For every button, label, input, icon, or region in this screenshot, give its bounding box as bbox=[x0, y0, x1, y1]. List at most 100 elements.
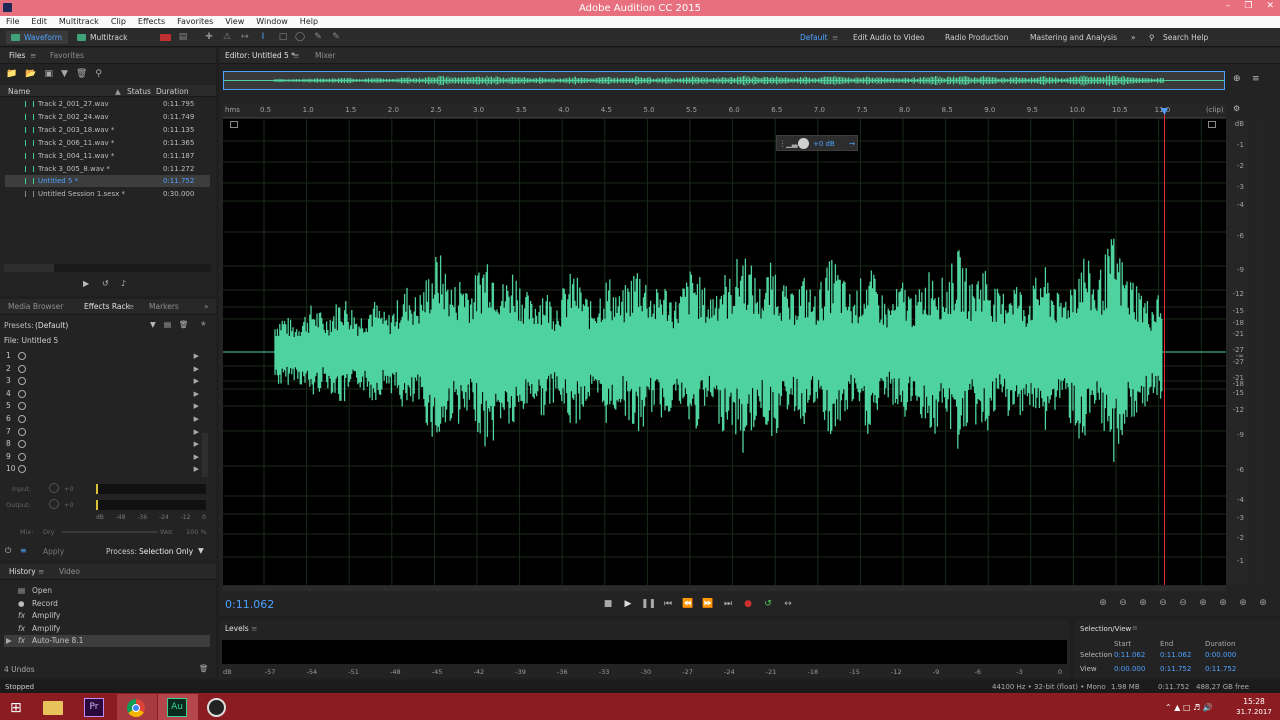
fast-forward-icon[interactable]: ⏩ bbox=[701, 598, 715, 610]
file-row[interactable]: Track 2_003_18.wav * 0:11.135 bbox=[5, 124, 210, 136]
column-status[interactable]: Status bbox=[127, 87, 151, 96]
menu-help[interactable]: Help bbox=[294, 16, 324, 28]
play-icon[interactable]: ▶ bbox=[621, 598, 635, 610]
stop-icon[interactable]: ■ bbox=[601, 598, 615, 610]
process-dropdown[interactable]: Selection Only bbox=[139, 547, 193, 556]
windows-start-icon[interactable]: ⊞ bbox=[0, 694, 40, 720]
power-icon[interactable] bbox=[18, 452, 26, 461]
menu-window[interactable]: Window bbox=[250, 16, 294, 28]
output-knob[interactable] bbox=[49, 499, 59, 509]
tab-markers[interactable]: Markers bbox=[149, 302, 179, 311]
files-horizontal-scrollbar[interactable] bbox=[4, 264, 211, 272]
file-row[interactable]: Track 3_005_8.wav * 0:11.272 bbox=[5, 163, 210, 175]
power-icon[interactable] bbox=[18, 440, 26, 449]
power-icon[interactable] bbox=[18, 465, 26, 474]
delete-file-icon[interactable]: 🗑 bbox=[76, 69, 87, 79]
slot-arrow-icon[interactable]: ▶ bbox=[194, 413, 199, 425]
premiere-pro-icon[interactable]: Pr bbox=[76, 694, 116, 720]
waveform-display[interactable] bbox=[223, 119, 1226, 585]
file-row[interactable]: Track 3_004_11.wav * 0:11.187 bbox=[5, 150, 210, 162]
import-file-icon[interactable]: 📂 bbox=[25, 69, 36, 79]
filter-search-icon[interactable]: ⚲ bbox=[95, 69, 102, 79]
workspace-edit-audio-to-video[interactable]: Edit Audio to Video bbox=[853, 33, 925, 42]
editor-panel-menu-icon[interactable]: ≡ bbox=[293, 51, 299, 60]
history-item[interactable]: ▤ Open bbox=[18, 585, 52, 597]
effect-slot[interactable]: 7 ▶ bbox=[6, 426, 201, 438]
history-item[interactable]: fx Amplify bbox=[18, 610, 60, 622]
menu-view[interactable]: View bbox=[219, 16, 250, 28]
overview-waveform[interactable] bbox=[223, 71, 1225, 90]
file-row[interactable]: Untitled Session 1.sesx * 0:30.000 bbox=[5, 188, 210, 200]
audition-icon[interactable]: Au bbox=[158, 694, 198, 720]
slot-arrow-icon[interactable]: ▶ bbox=[194, 375, 199, 387]
slot-arrow-icon[interactable]: ▶ bbox=[194, 388, 199, 400]
effect-slot[interactable]: 2 ▶ bbox=[6, 363, 201, 375]
move-to-next-icon[interactable]: ⏭ bbox=[721, 598, 735, 610]
power-icon[interactable] bbox=[18, 427, 26, 436]
menu-clip[interactable]: Clip bbox=[105, 16, 132, 28]
close-icon[interactable]: ✕ bbox=[1266, 1, 1274, 11]
restore-icon[interactable]: ❐ bbox=[1244, 1, 1252, 11]
system-tray-icons[interactable]: ⌃ ▲ □ ♬ 🔊 bbox=[1165, 703, 1213, 712]
tab-effects-rack[interactable]: Effects Rack bbox=[84, 302, 130, 311]
auto-play-icon[interactable]: ♪ bbox=[121, 279, 126, 288]
selection-start-field[interactable]: 0:11.062 bbox=[1114, 651, 1145, 659]
tab-files[interactable]: Files bbox=[9, 51, 25, 60]
input-knob[interactable] bbox=[49, 483, 59, 493]
spot-healing-icon[interactable]: ✎ bbox=[331, 32, 341, 42]
hud-gain-control[interactable]: ⋮ ▁▃ +0 dB ➙ bbox=[776, 135, 858, 151]
spectral-pitch-icon[interactable]: ▤ bbox=[178, 32, 188, 42]
tab-editor[interactable]: Editor: Untitled 5 * bbox=[225, 51, 295, 60]
workspace-menu-icon[interactable]: ≡ bbox=[832, 33, 838, 42]
effect-slot[interactable]: 4 ▶ bbox=[6, 388, 201, 400]
slot-arrow-icon[interactable]: ▶ bbox=[194, 363, 199, 375]
menu-multitrack[interactable]: Multitrack bbox=[53, 16, 105, 28]
workspace-more-icon[interactable]: » bbox=[1131, 33, 1136, 42]
minimize-icon[interactable]: – bbox=[1226, 1, 1231, 11]
files-panel-menu-icon[interactable]: ≡ bbox=[30, 51, 36, 60]
tab-video[interactable]: Video bbox=[59, 567, 80, 576]
current-time-display[interactable]: 0:11.062 bbox=[225, 598, 274, 611]
selection-duration-field[interactable]: 0:00.000 bbox=[1205, 651, 1236, 659]
mix-slider[interactable] bbox=[62, 531, 158, 533]
waveform-view-button[interactable]: Waveform bbox=[6, 31, 68, 44]
skip-selection-icon[interactable]: ↔ bbox=[781, 598, 795, 610]
razor-tool-icon[interactable]: ⚠ bbox=[222, 32, 232, 42]
slot-arrow-icon[interactable]: ▶ bbox=[194, 463, 199, 475]
record-icon[interactable]: ● bbox=[741, 598, 755, 610]
new-file-icon[interactable]: ▣ bbox=[44, 69, 53, 79]
zoom-in-left-icon[interactable]: ⊕ bbox=[1236, 598, 1250, 610]
fade-out-handle-icon[interactable] bbox=[1208, 121, 1216, 128]
file-row[interactable]: Track 2_006_11.wav * 0:11.365 bbox=[5, 137, 210, 149]
column-name[interactable]: Name bbox=[8, 87, 30, 96]
column-duration[interactable]: Duration bbox=[156, 87, 189, 96]
marquee-tool-icon[interactable]: □ bbox=[278, 32, 288, 42]
preview-loop-icon[interactable]: ↺ bbox=[102, 279, 109, 288]
history-panel-menu-icon[interactable]: ≡ bbox=[38, 567, 44, 576]
ruler-options-icon[interactable]: ⚙ bbox=[1233, 104, 1240, 113]
slot-arrow-icon[interactable]: ▶ bbox=[194, 451, 199, 463]
list-view-icon[interactable]: ≡ bbox=[20, 546, 27, 555]
power-icon[interactable] bbox=[18, 415, 26, 423]
zoom-in-time-icon[interactable]: ⊕ bbox=[1136, 598, 1150, 610]
file-row[interactable]: Track 2_001_27.wav 0:11.795 bbox=[5, 98, 210, 110]
slot-arrow-icon[interactable]: ▶ bbox=[194, 400, 199, 412]
workspace-default[interactable]: Default bbox=[800, 33, 827, 42]
zoom-out-time-icon[interactable]: ⊖ bbox=[1156, 598, 1170, 610]
power-icon[interactable] bbox=[18, 389, 26, 398]
slot-arrow-icon[interactable]: ▶ bbox=[194, 438, 199, 450]
delete-preset-icon[interactable]: 🗑 bbox=[179, 320, 189, 329]
tab-favorites[interactable]: Favorites bbox=[50, 51, 84, 60]
menu-file[interactable]: File bbox=[0, 16, 25, 28]
workspace-mastering-analysis[interactable]: Mastering and Analysis bbox=[1030, 33, 1117, 42]
chrome-icon[interactable] bbox=[117, 694, 157, 720]
pause-icon[interactable]: ❚❚ bbox=[641, 598, 656, 610]
preview-play-icon[interactable]: ▶ bbox=[83, 279, 89, 288]
chevron-down-icon[interactable]: ▼ bbox=[198, 546, 204, 555]
slot-arrow-icon[interactable]: ▶ bbox=[194, 426, 199, 438]
multitrack-view-button[interactable]: Multitrack bbox=[72, 31, 134, 44]
zoom-in-point-icon[interactable]: ⊕ bbox=[1196, 598, 1210, 610]
move-tool-icon[interactable]: ✚ bbox=[204, 32, 214, 42]
effect-slot[interactable]: 3 ▶ bbox=[6, 375, 201, 387]
power-icon[interactable] bbox=[18, 402, 26, 411]
